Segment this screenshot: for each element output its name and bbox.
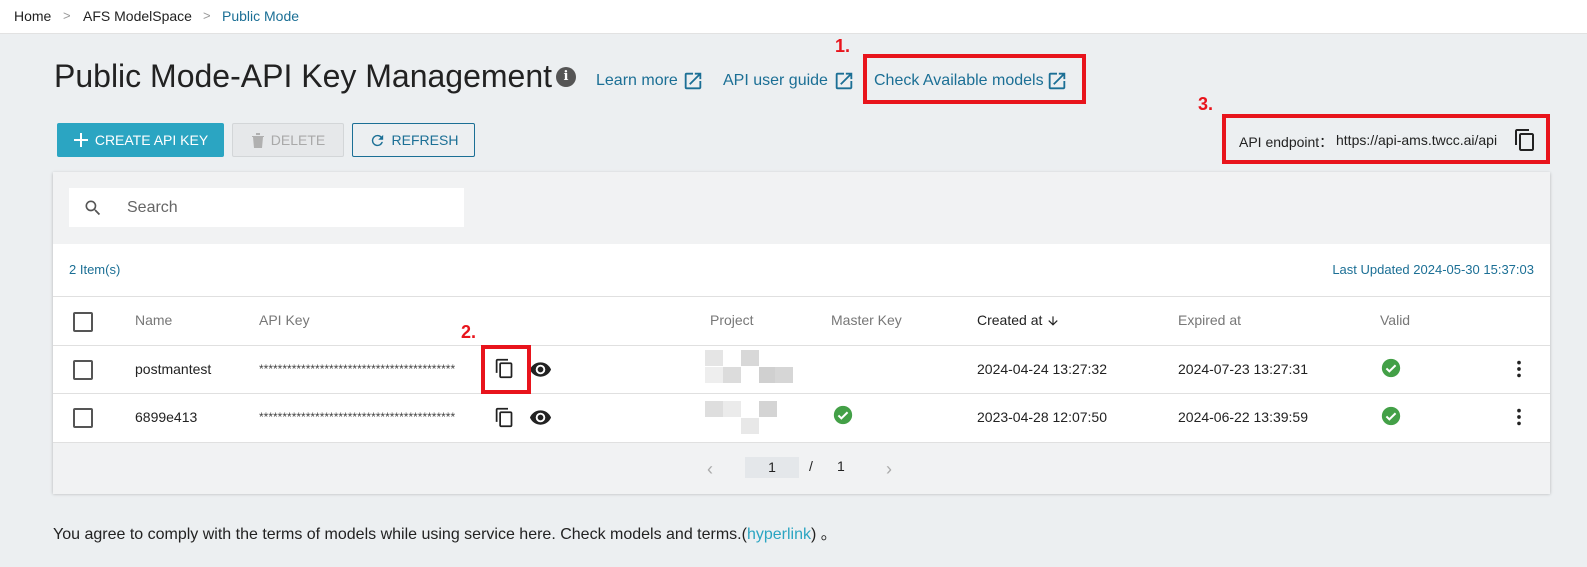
more-vert-icon[interactable] <box>1508 406 1530 428</box>
annotation-number-2: 2. <box>461 322 477 342</box>
item-count: 2 Item(s) <box>69 262 121 277</box>
column-header-api-key[interactable]: API Key <box>259 312 310 328</box>
row-checkbox[interactable] <box>73 408 93 428</box>
row-api-key-masked: ****************************************… <box>259 362 456 376</box>
row-divider <box>53 393 1550 394</box>
project-blurred-image <box>705 350 793 384</box>
page-total: 1 <box>837 458 845 474</box>
search-input[interactable] <box>127 188 447 227</box>
external-link-icon[interactable] <box>682 70 704 92</box>
row-name: 6899e413 <box>135 409 198 425</box>
breadcrumb: Home > AFS ModelSpace > Public Mode <box>0 0 1587 34</box>
column-header-project[interactable]: Project <box>710 312 754 328</box>
chevron-right-icon[interactable]: › <box>886 459 892 480</box>
eye-icon[interactable] <box>529 406 552 429</box>
delete-label: DELETE <box>270 132 326 148</box>
search-icon <box>85 200 101 216</box>
last-updated: Last Updated 2024-05-30 15:37:03 <box>1332 262 1534 277</box>
breadcrumb-afs-modelspace[interactable]: AFS ModelSpace <box>83 8 192 24</box>
annotation-box-1 <box>863 54 1086 104</box>
api-user-guide-link[interactable]: API user guide <box>723 72 828 90</box>
project-blurred-image <box>705 401 793 435</box>
breadcrumb-separator: > <box>63 8 71 23</box>
refresh-label: REFRESH <box>391 132 459 148</box>
api-endpoint-label: API endpoint： <box>1239 134 1334 150</box>
row-expired-at: 2024-07-23 13:27:31 <box>1178 361 1308 377</box>
plus-icon <box>73 133 88 147</box>
more-vert-icon[interactable] <box>1508 358 1530 380</box>
column-header-valid[interactable]: Valid <box>1380 312 1410 328</box>
delete-button[interactable]: DELETE <box>232 123 344 157</box>
annotation-box-2 <box>481 345 531 394</box>
row-created-at: 2023-04-28 12:07:50 <box>977 409 1107 425</box>
row-created-at: 2024-04-24 13:27:32 <box>977 361 1107 377</box>
annotation-number-3: 3. <box>1198 94 1214 114</box>
terms-hyperlink[interactable]: hyperlink <box>747 526 811 543</box>
check-circle-icon <box>1381 358 1401 378</box>
column-header-expired-at[interactable]: Expired at <box>1178 312 1241 328</box>
row-checkbox[interactable] <box>73 360 93 380</box>
external-link-icon[interactable] <box>833 70 855 92</box>
create-api-key-button[interactable]: CREATE API KEY <box>57 123 224 157</box>
breadcrumb-separator: > <box>203 8 211 23</box>
column-header-master-key[interactable]: Master Key <box>831 312 902 328</box>
column-header-created-at[interactable]: Created at <box>977 312 1042 328</box>
check-circle-icon <box>1381 406 1401 426</box>
table-summary-row: 2 Item(s) Last Updated 2024-05-30 15:37:… <box>53 244 1550 297</box>
eye-icon[interactable] <box>529 358 552 381</box>
api-key-table-card: 2 Item(s) Last Updated 2024-05-30 15:37:… <box>53 172 1550 494</box>
terms-text: You agree to comply with the terms of mo… <box>53 526 747 543</box>
create-api-key-label: CREATE API KEY <box>94 132 209 148</box>
api-endpoint-value: https://api-ams.twcc.ai/api <box>1336 132 1498 148</box>
page-separator: / <box>809 458 813 474</box>
copy-icon[interactable] <box>494 407 515 428</box>
page-title: Public Mode-API Key Management <box>54 58 553 94</box>
pagination: ‹ 1 / 1 › <box>53 442 1550 494</box>
terms-notice: You agree to comply with the terms of mo… <box>53 520 837 544</box>
search-area <box>53 172 1550 245</box>
terms-suffix: ) 。 <box>810 526 837 543</box>
row-expired-at: 2024-06-22 13:39:59 <box>1178 409 1308 425</box>
check-circle-icon <box>833 405 853 425</box>
learn-more-link[interactable]: Learn more <box>596 72 678 90</box>
column-header-name[interactable]: Name <box>135 312 172 328</box>
trash-icon <box>251 133 264 148</box>
search-box <box>69 188 464 227</box>
row-name: postmantest <box>135 361 212 377</box>
breadcrumb-public-mode: Public Mode <box>222 8 300 24</box>
row-api-key-masked: ****************************************… <box>259 410 456 424</box>
page-number-input[interactable]: 1 <box>745 457 799 478</box>
select-all-checkbox[interactable] <box>73 312 93 332</box>
row-divider <box>53 345 1550 346</box>
refresh-button[interactable]: REFRESH <box>352 123 475 157</box>
refresh-icon <box>371 134 383 146</box>
breadcrumb-home[interactable]: Home <box>14 8 51 24</box>
arrow-down-icon[interactable] <box>1046 314 1060 328</box>
info-icon[interactable]: i <box>556 67 576 87</box>
chevron-left-icon[interactable]: ‹ <box>707 459 713 480</box>
copy-icon[interactable] <box>1513 128 1537 152</box>
annotation-number-1: 1. <box>835 36 851 56</box>
